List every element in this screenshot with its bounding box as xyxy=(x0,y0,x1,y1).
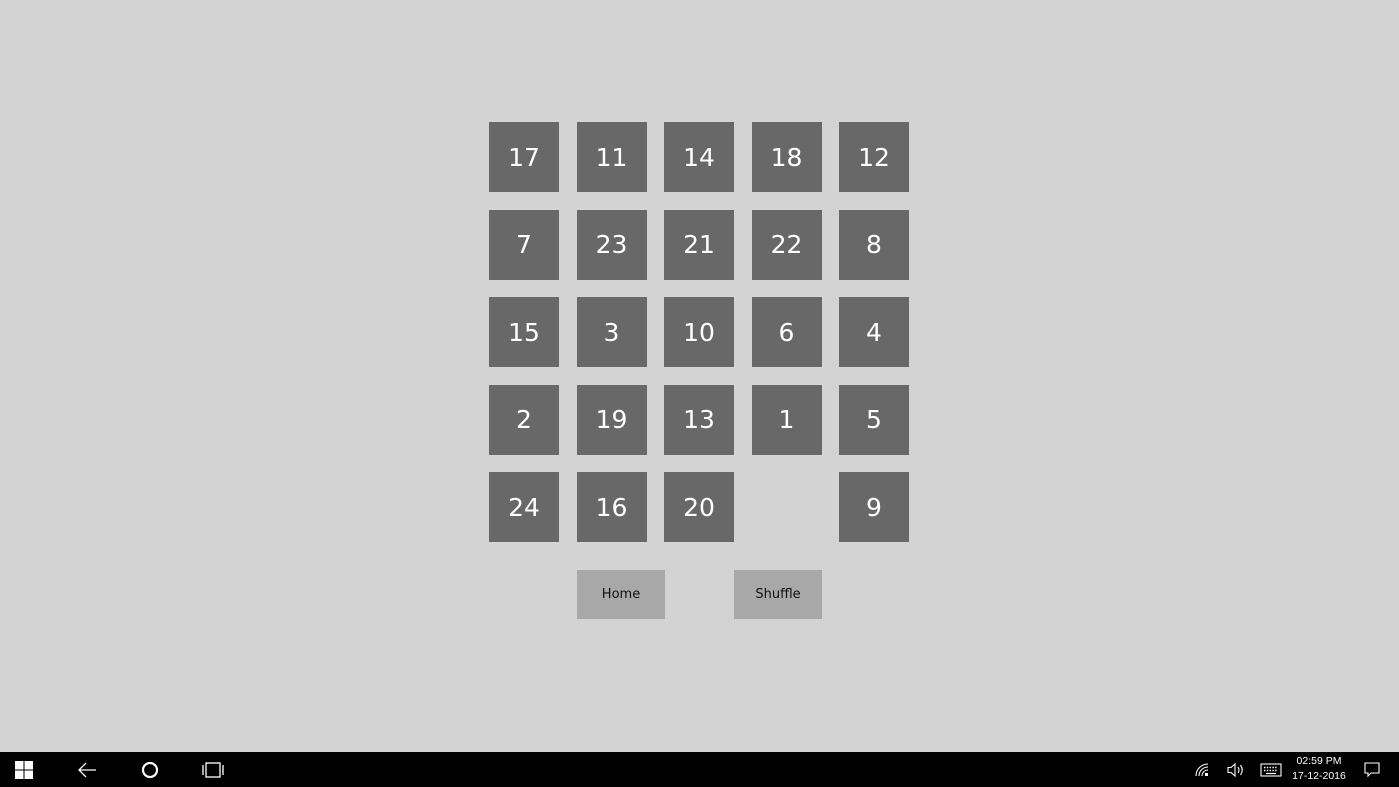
tile[interactable]: 8 xyxy=(839,209,909,280)
back-arrow-icon[interactable] xyxy=(67,752,107,787)
taskbar-clock[interactable]: 02:59 PM 17-12-2016 xyxy=(1288,754,1350,785)
tile[interactable]: 21 xyxy=(664,209,734,280)
shuffle-button[interactable]: Shuffle xyxy=(734,570,822,619)
tile[interactable]: 1 xyxy=(751,384,822,455)
volume-icon[interactable] xyxy=(1224,752,1248,787)
tile[interactable]: 11 xyxy=(576,122,647,192)
tile[interactable]: 19 xyxy=(576,384,647,455)
tile[interactable]: 7 xyxy=(489,209,559,280)
tile[interactable]: 15 xyxy=(489,297,559,367)
tile[interactable]: 3 xyxy=(576,297,647,367)
tile[interactable]: 16 xyxy=(576,472,647,542)
puzzle-app-window: 17 11 14 18 12 7 23 21 22 8 15 3 10 6 4 … xyxy=(0,0,1399,787)
tile[interactable]: 6 xyxy=(751,297,822,367)
tile[interactable]: 14 xyxy=(664,122,734,192)
network-icon[interactable] xyxy=(1190,752,1214,787)
notification-icon[interactable] xyxy=(1359,752,1385,787)
tile[interactable]: 4 xyxy=(839,297,909,367)
clock-time: 02:59 PM xyxy=(1296,755,1342,767)
puzzle-board: 17 11 14 18 12 7 23 21 22 8 15 3 10 6 4 … xyxy=(489,122,910,543)
tile[interactable]: 18 xyxy=(751,122,822,192)
tile[interactable]: 5 xyxy=(839,384,909,455)
taskbar: 02:59 PM 17-12-2016 xyxy=(0,752,1399,787)
clock-date: 17-12-2016 xyxy=(1292,770,1346,782)
tile[interactable]: 17 xyxy=(489,122,559,192)
tile[interactable]: 24 xyxy=(489,472,559,542)
tile[interactable]: 22 xyxy=(751,209,822,280)
home-button[interactable]: Home xyxy=(577,570,665,619)
empty-slot[interactable] xyxy=(752,472,822,542)
keyboard-icon[interactable] xyxy=(1257,752,1285,787)
tile[interactable]: 12 xyxy=(839,122,909,192)
cortana-circle-icon[interactable] xyxy=(130,752,170,787)
tile[interactable]: 9 xyxy=(839,472,909,542)
tile[interactable]: 23 xyxy=(576,209,647,280)
tile[interactable]: 10 xyxy=(664,297,734,367)
tile[interactable]: 20 xyxy=(664,472,734,542)
tile[interactable]: 2 xyxy=(489,384,559,455)
tile[interactable]: 13 xyxy=(664,384,734,455)
task-view-icon[interactable] xyxy=(193,752,233,787)
windows-start-icon[interactable] xyxy=(4,752,44,787)
